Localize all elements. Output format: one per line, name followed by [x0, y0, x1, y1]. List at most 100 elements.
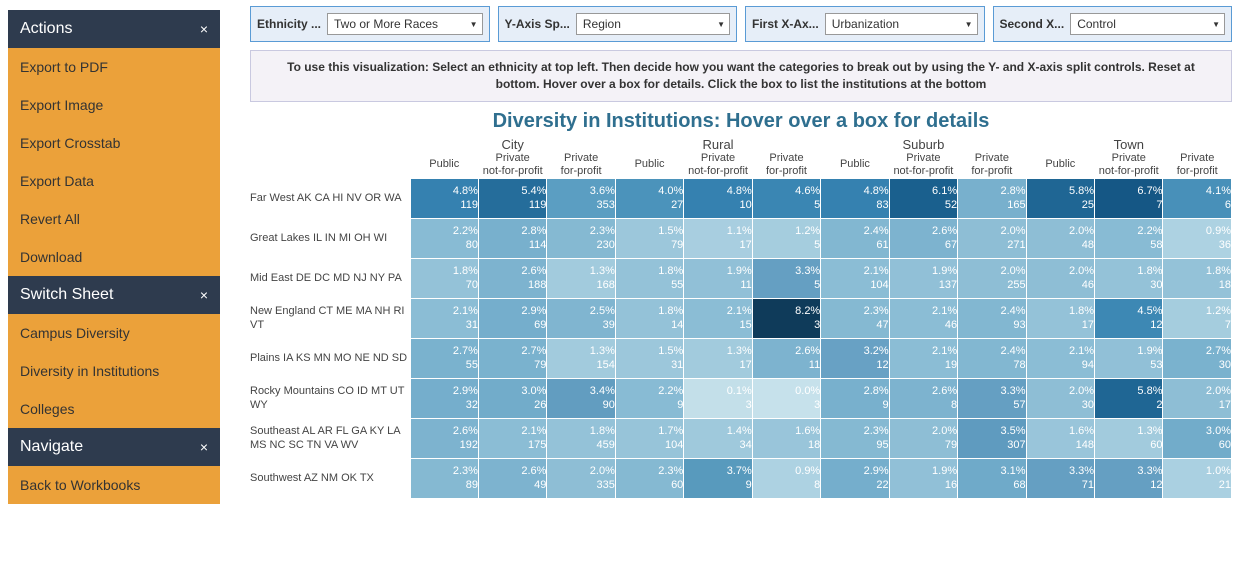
heatmap-cell[interactable]: 3.1%68	[958, 458, 1026, 498]
heatmap-cell[interactable]: 2.3%60	[615, 458, 683, 498]
heatmap-cell[interactable]: 2.4%61	[821, 218, 889, 258]
heatmap-cell[interactable]: 2.6%49	[478, 458, 546, 498]
heatmap-cell[interactable]: 3.0%60	[1163, 418, 1232, 458]
heatmap-cell[interactable]: 2.2%9	[615, 378, 683, 418]
section-header[interactable]: Actions×	[8, 10, 220, 48]
heatmap-cell[interactable]: 2.1%175	[478, 418, 546, 458]
heatmap-cell[interactable]: 2.1%31	[410, 298, 478, 338]
heatmap-cell[interactable]: 1.7%104	[615, 418, 683, 458]
heatmap-cell[interactable]: 2.9%32	[410, 378, 478, 418]
heatmap-cell[interactable]: 1.8%18	[1163, 258, 1232, 298]
heatmap-cell[interactable]: 3.3%71	[1026, 458, 1094, 498]
heatmap-cell[interactable]: 2.0%46	[1026, 258, 1094, 298]
heatmap-cell[interactable]: 1.2%5	[752, 218, 820, 258]
heatmap-cell[interactable]: 2.7%79	[478, 338, 546, 378]
heatmap-cell[interactable]: 3.2%12	[821, 338, 889, 378]
heatmap-cell[interactable]: 1.0%21	[1163, 458, 1232, 498]
heatmap-cell[interactable]: 3.0%26	[478, 378, 546, 418]
heatmap-cell[interactable]: 2.0%255	[958, 258, 1026, 298]
heatmap-cell[interactable]: 3.5%307	[958, 418, 1026, 458]
heatmap-cell[interactable]: 1.1%17	[684, 218, 752, 258]
heatmap-cell[interactable]: 2.9%22	[821, 458, 889, 498]
control-select[interactable]: Control	[1070, 13, 1225, 35]
heatmap-cell[interactable]: 1.9%16	[889, 458, 957, 498]
heatmap-cell[interactable]: 5.4%119	[478, 178, 546, 218]
section-header[interactable]: Navigate×	[8, 428, 220, 466]
heatmap-cell[interactable]: 4.0%27	[615, 178, 683, 218]
heatmap-cell[interactable]: 5.8%25	[1026, 178, 1094, 218]
heatmap-cell[interactable]: 0.9%36	[1163, 218, 1232, 258]
heatmap-cell[interactable]: 2.4%93	[958, 298, 1026, 338]
heatmap-cell[interactable]: 2.8%165	[958, 178, 1026, 218]
control-select[interactable]: Urbanization	[825, 13, 978, 35]
heatmap-cell[interactable]: 2.8%114	[478, 218, 546, 258]
heatmap-cell[interactable]: 1.5%79	[615, 218, 683, 258]
section-header[interactable]: Switch Sheet×	[8, 276, 220, 314]
heatmap-cell[interactable]: 1.9%11	[684, 258, 752, 298]
sidebar-item[interactable]: Campus Diversity	[8, 314, 220, 352]
heatmap-cell[interactable]: 2.2%58	[1095, 218, 1163, 258]
heatmap-cell[interactable]: 1.3%168	[547, 258, 615, 298]
heatmap-cell[interactable]: 2.0%17	[1163, 378, 1232, 418]
sidebar-item[interactable]: Diversity in Institutions	[8, 352, 220, 390]
heatmap-cell[interactable]: 2.6%67	[889, 218, 957, 258]
sidebar-item[interactable]: Export Data	[8, 162, 220, 200]
heatmap-cell[interactable]: 1.8%459	[547, 418, 615, 458]
heatmap-cell[interactable]: 4.8%10	[684, 178, 752, 218]
heatmap-cell[interactable]: 1.8%55	[615, 258, 683, 298]
heatmap-cell[interactable]: 2.3%47	[821, 298, 889, 338]
heatmap-cell[interactable]: 4.5%12	[1095, 298, 1163, 338]
sidebar-item[interactable]: Back to Workbooks	[8, 466, 220, 504]
heatmap-cell[interactable]: 4.8%83	[821, 178, 889, 218]
heatmap-cell[interactable]: 1.6%18	[752, 418, 820, 458]
heatmap-cell[interactable]: 2.5%39	[547, 298, 615, 338]
heatmap-cell[interactable]: 1.6%148	[1026, 418, 1094, 458]
heatmap-cell[interactable]: 2.0%335	[547, 458, 615, 498]
heatmap-cell[interactable]: 1.5%31	[615, 338, 683, 378]
heatmap-cell[interactable]: 2.0%79	[889, 418, 957, 458]
sidebar-item[interactable]: Export to PDF	[8, 48, 220, 86]
heatmap-cell[interactable]: 0.0%3	[752, 378, 820, 418]
heatmap-cell[interactable]: 3.3%57	[958, 378, 1026, 418]
heatmap-cell[interactable]: 1.3%60	[1095, 418, 1163, 458]
heatmap-cell[interactable]: 1.9%137	[889, 258, 957, 298]
heatmap-cell[interactable]: 2.6%8	[889, 378, 957, 418]
heatmap-cell[interactable]: 2.8%9	[821, 378, 889, 418]
heatmap-cell[interactable]: 1.2%7	[1163, 298, 1232, 338]
sidebar-item[interactable]: Colleges	[8, 390, 220, 428]
heatmap-cell[interactable]: 1.8%30	[1095, 258, 1163, 298]
heatmap-cell[interactable]: 2.2%80	[410, 218, 478, 258]
sidebar-item[interactable]: Export Image	[8, 86, 220, 124]
heatmap-cell[interactable]: 2.6%188	[478, 258, 546, 298]
heatmap-cell[interactable]: 0.9%8	[752, 458, 820, 498]
heatmap-cell[interactable]: 2.0%30	[1026, 378, 1094, 418]
heatmap-cell[interactable]: 2.3%89	[410, 458, 478, 498]
heatmap-cell[interactable]: 1.8%70	[410, 258, 478, 298]
heatmap-cell[interactable]: 2.4%78	[958, 338, 1026, 378]
heatmap-cell[interactable]: 8.2%3	[752, 298, 820, 338]
sidebar-item[interactable]: Download	[8, 238, 220, 276]
heatmap-cell[interactable]: 3.3%12	[1095, 458, 1163, 498]
heatmap-cell[interactable]: 2.1%46	[889, 298, 957, 338]
sidebar-item[interactable]: Revert All	[8, 200, 220, 238]
heatmap-cell[interactable]: 1.9%53	[1095, 338, 1163, 378]
control-select[interactable]: Two or More Races	[327, 13, 482, 35]
heatmap-cell[interactable]: 2.1%104	[821, 258, 889, 298]
heatmap-cell[interactable]: 0.1%3	[684, 378, 752, 418]
heatmap-cell[interactable]: 3.6%353	[547, 178, 615, 218]
heatmap-cell[interactable]: 1.8%14	[615, 298, 683, 338]
heatmap-cell[interactable]: 2.9%69	[478, 298, 546, 338]
sidebar-item[interactable]: Export Crosstab	[8, 124, 220, 162]
heatmap-cell[interactable]: 2.1%19	[889, 338, 957, 378]
heatmap-cell[interactable]: 2.0%48	[1026, 218, 1094, 258]
control-select[interactable]: Region	[576, 13, 730, 35]
heatmap-cell[interactable]: 4.8%119	[410, 178, 478, 218]
heatmap-cell[interactable]: 1.3%154	[547, 338, 615, 378]
close-icon[interactable]: ×	[200, 439, 208, 455]
heatmap-cell[interactable]: 1.3%17	[684, 338, 752, 378]
close-icon[interactable]: ×	[200, 287, 208, 303]
heatmap-cell[interactable]: 2.6%11	[752, 338, 820, 378]
heatmap-cell[interactable]: 2.1%15	[684, 298, 752, 338]
heatmap-cell[interactable]: 4.6%5	[752, 178, 820, 218]
heatmap-cell[interactable]: 2.3%230	[547, 218, 615, 258]
